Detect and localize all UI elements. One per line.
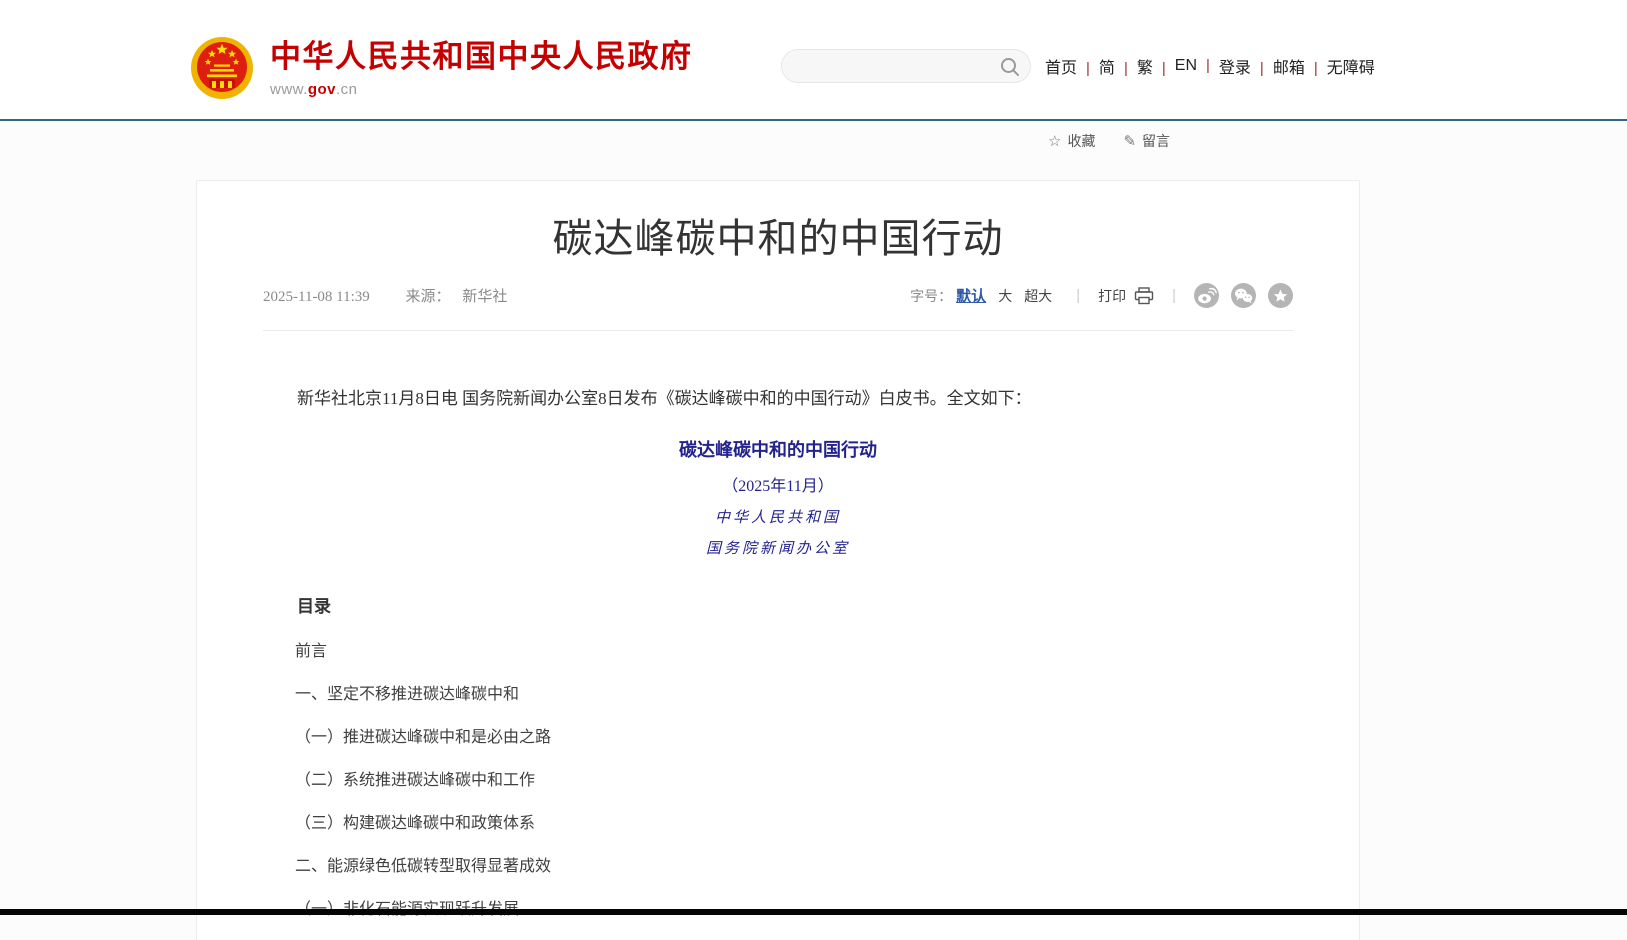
search-button[interactable] (999, 56, 1021, 78)
divider: | (1172, 287, 1176, 304)
weibo-share-icon[interactable] (1194, 283, 1219, 308)
article-lead-paragraph: 新华社北京11月8日电 国务院新闻办公室8日发布《碳达峰碳中和的中国行动》白皮书… (263, 385, 1293, 412)
comment-button[interactable]: ✎ 留言 (1123, 131, 1170, 151)
doc-title: 碳达峰碳中和的中国行动 (263, 436, 1293, 462)
fontsize-large-button[interactable]: 大 (998, 286, 1012, 306)
article-card: 碳达峰碳中和的中国行动 2025-11-08 11:39 来源： 新华社 字号：… (196, 180, 1360, 940)
article-meta-row: 2025-11-08 11:39 来源： 新华社 字号： 默认 大 超大 | 打… (263, 283, 1293, 331)
toc-item: （三）构建碳达峰碳中和政策体系 (263, 815, 1293, 832)
share-icons (1194, 283, 1293, 308)
site-url-suffix: .cn (336, 81, 358, 98)
page-tools: ☆ 收藏 ✎ 留言 (1048, 131, 1170, 151)
star-outline-icon: ☆ (1048, 132, 1061, 150)
toc-item: 二、能源绿色低碳转型取得显著成效 (263, 858, 1293, 875)
nav-home[interactable]: 首页 (1045, 54, 1099, 78)
nav-english[interactable]: EN (1175, 57, 1219, 75)
doc-date: （2025年11月） (263, 472, 1293, 496)
search-input[interactable] (798, 50, 993, 82)
wechat-share-icon[interactable] (1231, 283, 1256, 308)
print-button[interactable]: 打印 (1098, 286, 1154, 306)
site-url-gov: gov (308, 81, 336, 98)
nav-login[interactable]: 登录 (1219, 54, 1273, 78)
toc-item: （二）系统推进碳达峰碳中和工作 (263, 772, 1293, 789)
star-share-icon[interactable] (1268, 283, 1293, 308)
brand-text: 中华人民共和国中央人民政府 www.gov.cn (270, 36, 693, 98)
national-emblem-icon (190, 36, 254, 100)
printer-icon (1134, 287, 1154, 305)
fontsize-label: 字号： (910, 286, 952, 306)
nav-traditional-chinese[interactable]: 繁 (1137, 54, 1175, 78)
table-of-contents: 前言一、坚定不移推进碳达峰碳中和 （一）推进碳达峰碳中和是必由之路 （二）系统推进碳… (263, 643, 1293, 918)
toc-heading: 目录 (263, 592, 1293, 617)
fontsize-xlarge-button[interactable]: 超大 (1024, 286, 1052, 306)
toc-item: （一）推进碳达峰碳中和是必由之路 (263, 729, 1293, 746)
site-title: 中华人民共和国中央人民政府 (270, 40, 693, 74)
nav-simplified-chinese[interactable]: 简 (1099, 54, 1137, 78)
source-label: 来源： (406, 289, 451, 305)
pencil-icon: ✎ (1123, 132, 1136, 150)
search-box (781, 49, 1031, 83)
article-meta-left: 2025-11-08 11:39 来源： 新华社 (263, 285, 507, 306)
site-url[interactable]: www.gov.cn (270, 81, 693, 98)
search-icon (999, 56, 1021, 78)
article-title: 碳达峰碳中和的中国行动 (263, 215, 1293, 263)
favorite-label: 收藏 (1067, 131, 1095, 151)
article-source: 新华社 (462, 289, 507, 305)
site-header: 中华人民共和国中央人民政府 www.gov.cn 首页 简 繁 EN 登录 邮箱… (0, 0, 1627, 121)
article-date: 2025-11-08 11:39 (263, 289, 370, 305)
comment-label: 留言 (1142, 131, 1170, 151)
print-label: 打印 (1098, 286, 1126, 306)
article-meta-right: 字号： 默认 大 超大 | 打印 | (910, 283, 1293, 308)
doc-org-line2: 国务院新闻办公室 (263, 537, 1293, 558)
window-bottom-bar (0, 909, 1627, 915)
toc-item: 前言 (263, 643, 1293, 660)
toc-item: 一、坚定不移推进碳达峰碳中和 (263, 686, 1293, 703)
divider: | (1076, 287, 1080, 304)
site-logo-link[interactable]: 中华人民共和国中央人民政府 www.gov.cn (190, 36, 693, 100)
nav-accessibility[interactable]: 无障碍 (1327, 54, 1375, 78)
fontsize-default-button[interactable]: 默认 (956, 285, 986, 306)
favorite-button[interactable]: ☆ 收藏 (1048, 131, 1095, 151)
top-nav: 首页 简 繁 EN 登录 邮箱 无障碍 (1045, 54, 1375, 78)
site-url-prefix: www. (270, 81, 308, 98)
doc-org-line1: 中华人民共和国 (263, 506, 1293, 527)
nav-mail[interactable]: 邮箱 (1273, 54, 1327, 78)
